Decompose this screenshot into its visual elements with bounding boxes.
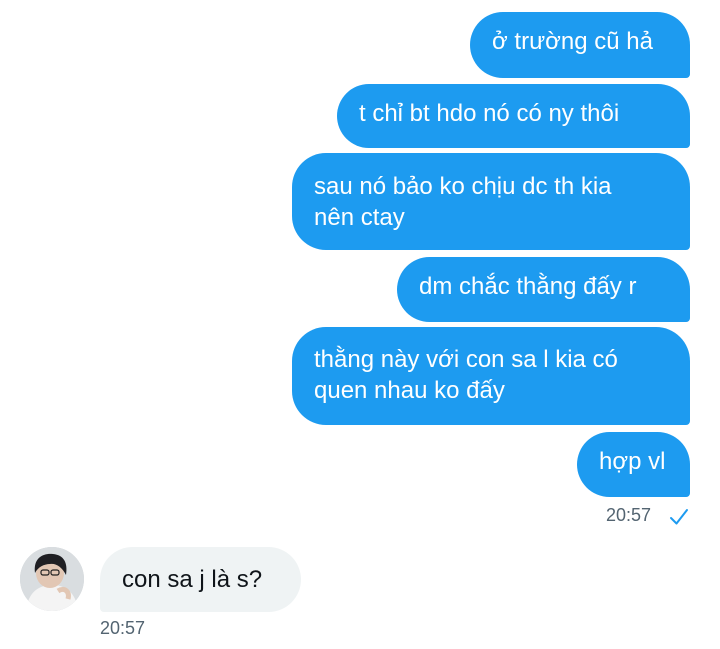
- outgoing-message[interactable]: thằng này với con sa l kia có quen nhau …: [292, 327, 690, 425]
- outgoing-message[interactable]: hợp vl: [577, 432, 690, 497]
- outgoing-message[interactable]: ở trường cũ hả: [470, 12, 690, 78]
- checkmark-icon: [670, 509, 688, 525]
- outgoing-message[interactable]: sau nó bảo ko chịu dc th kia nên ctay: [292, 153, 690, 250]
- incoming-timestamp: 20:57: [100, 618, 146, 638]
- outgoing-message[interactable]: dm chắc thằng đấy r: [397, 257, 690, 322]
- incoming-message[interactable]: con sa j là s?: [100, 547, 301, 612]
- outgoing-message[interactable]: t chỉ bt hdo nó có ny thôi: [337, 84, 690, 148]
- outgoing-timestamp: 20:57: [606, 505, 652, 525]
- avatar[interactable]: [20, 547, 84, 611]
